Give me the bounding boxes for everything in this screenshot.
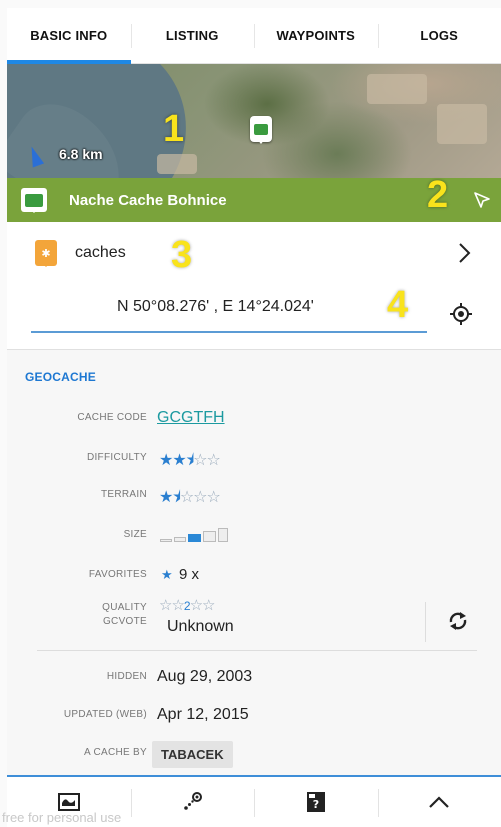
cache-header-bar: Nache Cache Bohnice 2 <box>7 174 501 222</box>
hidden-label: HIDDEN <box>106 671 147 682</box>
cache-type-icon <box>21 188 47 213</box>
navigate-button[interactable] <box>130 777 255 827</box>
callout-number-4: 4 <box>387 284 409 326</box>
map-field <box>367 74 427 104</box>
section-divider <box>37 650 477 651</box>
cache-map-pin-icon[interactable] <box>250 116 272 144</box>
terrain-label: TERRAIN <box>101 489 147 500</box>
tab-waypoints[interactable]: WAYPOINTS <box>254 8 378 63</box>
tab-logs[interactable]: LOGS <box>377 8 501 63</box>
size-row: SIZE <box>7 522 501 552</box>
callout-number-2: 2 <box>427 174 449 216</box>
navigate-icon <box>184 792 203 810</box>
updated-label: UPDATED (WEB) <box>63 709 147 720</box>
favorite-star-icon: ★ <box>161 567 173 582</box>
map-preview[interactable]: 1 6.8 km <box>7 64 501 178</box>
cache-code-row: CACHE CODE GCGTFH <box>7 405 501 435</box>
distance-label: 6.8 km <box>59 146 103 162</box>
gcvote-label: GCVOTE <box>102 616 147 627</box>
cache-name: Nache Cache Bohnice <box>69 191 227 209</box>
tab-listing[interactable]: LISTING <box>130 8 255 63</box>
terrain-row: TERRAIN ★⯨☆☆☆ <box>7 482 501 512</box>
difficulty-label: DIFFICULTY <box>86 452 147 463</box>
caches-folder-row[interactable]: ✱ caches 3 <box>7 222 501 284</box>
gcvote-row: QUALITY GCVOTE ☆☆2☆☆ Unknown <box>7 596 501 646</box>
gps-target-icon[interactable] <box>449 302 473 326</box>
hidden-date: Aug 29, 2003 <box>157 668 253 685</box>
difficulty-stars: ★★⯨☆☆ <box>159 452 221 469</box>
updated-row: UPDATED (WEB) Apr 12, 2015 <box>7 702 501 732</box>
callout-number-1: 1 <box>163 108 185 150</box>
geocache-list-icon: ? <box>306 792 325 812</box>
callout-number-3: 3 <box>171 234 193 276</box>
size-indicator <box>160 528 228 542</box>
owner-label: A CACHE BY <box>83 747 147 758</box>
gcvote-value: Unknown <box>167 618 234 635</box>
geocache-details: GEOCACHE CACHE CODE GCGTFH DIFFICULTY ★★… <box>7 350 501 775</box>
gcvote-stars: ☆☆2☆☆ <box>159 597 215 614</box>
chevron-right-icon[interactable] <box>453 242 475 264</box>
terrain-stars: ★⯨☆☆☆ <box>159 489 221 506</box>
folder-label: caches <box>75 244 126 261</box>
expand-button[interactable] <box>377 777 501 827</box>
tab-basic-info[interactable]: BASIC INFO <box>7 8 131 64</box>
size-bar-small <box>174 537 186 542</box>
favorites-label: FAVORITES <box>88 569 147 580</box>
cache-code-label: CACHE CODE <box>77 412 147 423</box>
svg-text:?: ? <box>313 798 319 811</box>
gcvote-divider <box>425 602 426 642</box>
favorites-count: 9 x <box>179 566 200 583</box>
coordinates-row: N 50°08.276' , E 14°24.024' 4 <box>7 284 501 350</box>
quality-label: QUALITY <box>102 602 147 613</box>
size-bar-micro <box>160 539 172 542</box>
owner-chip[interactable]: TABACEK <box>152 741 233 768</box>
owner-row: A CACHE BY TABACEK <box>7 740 501 770</box>
refresh-icon[interactable] <box>445 608 471 634</box>
size-label: SIZE <box>123 529 147 540</box>
hidden-row: HIDDEN Aug 29, 2003 <box>7 664 501 694</box>
updated-date: Apr 12, 2015 <box>157 706 249 723</box>
map-field <box>157 154 197 174</box>
size-bar-large <box>203 531 216 542</box>
watermark-text: free for personal use <box>2 810 122 825</box>
folder-icon: ✱ <box>35 240 57 267</box>
size-bar-other <box>218 528 228 542</box>
geocache-list-button[interactable]: ? <box>254 777 378 827</box>
map-field <box>437 104 487 144</box>
coordinates-field[interactable]: N 50°08.276' , E 14°24.024' <box>117 298 314 316</box>
coordinates-underline <box>31 331 427 333</box>
section-title: GEOCACHE <box>25 370 96 384</box>
share-icon[interactable] <box>472 190 492 210</box>
favorites-row: FAVORITES ★ 9 x <box>7 562 501 592</box>
map-icon <box>57 793 80 811</box>
difficulty-row: DIFFICULTY ★★⯨☆☆ <box>7 445 501 475</box>
tab-bar: BASIC INFO LISTING WAYPOINTS LOGS <box>7 8 501 64</box>
size-bar-regular <box>188 534 201 542</box>
chevron-up-icon <box>429 796 450 808</box>
cache-code-link[interactable]: GCGTFH <box>157 409 225 427</box>
